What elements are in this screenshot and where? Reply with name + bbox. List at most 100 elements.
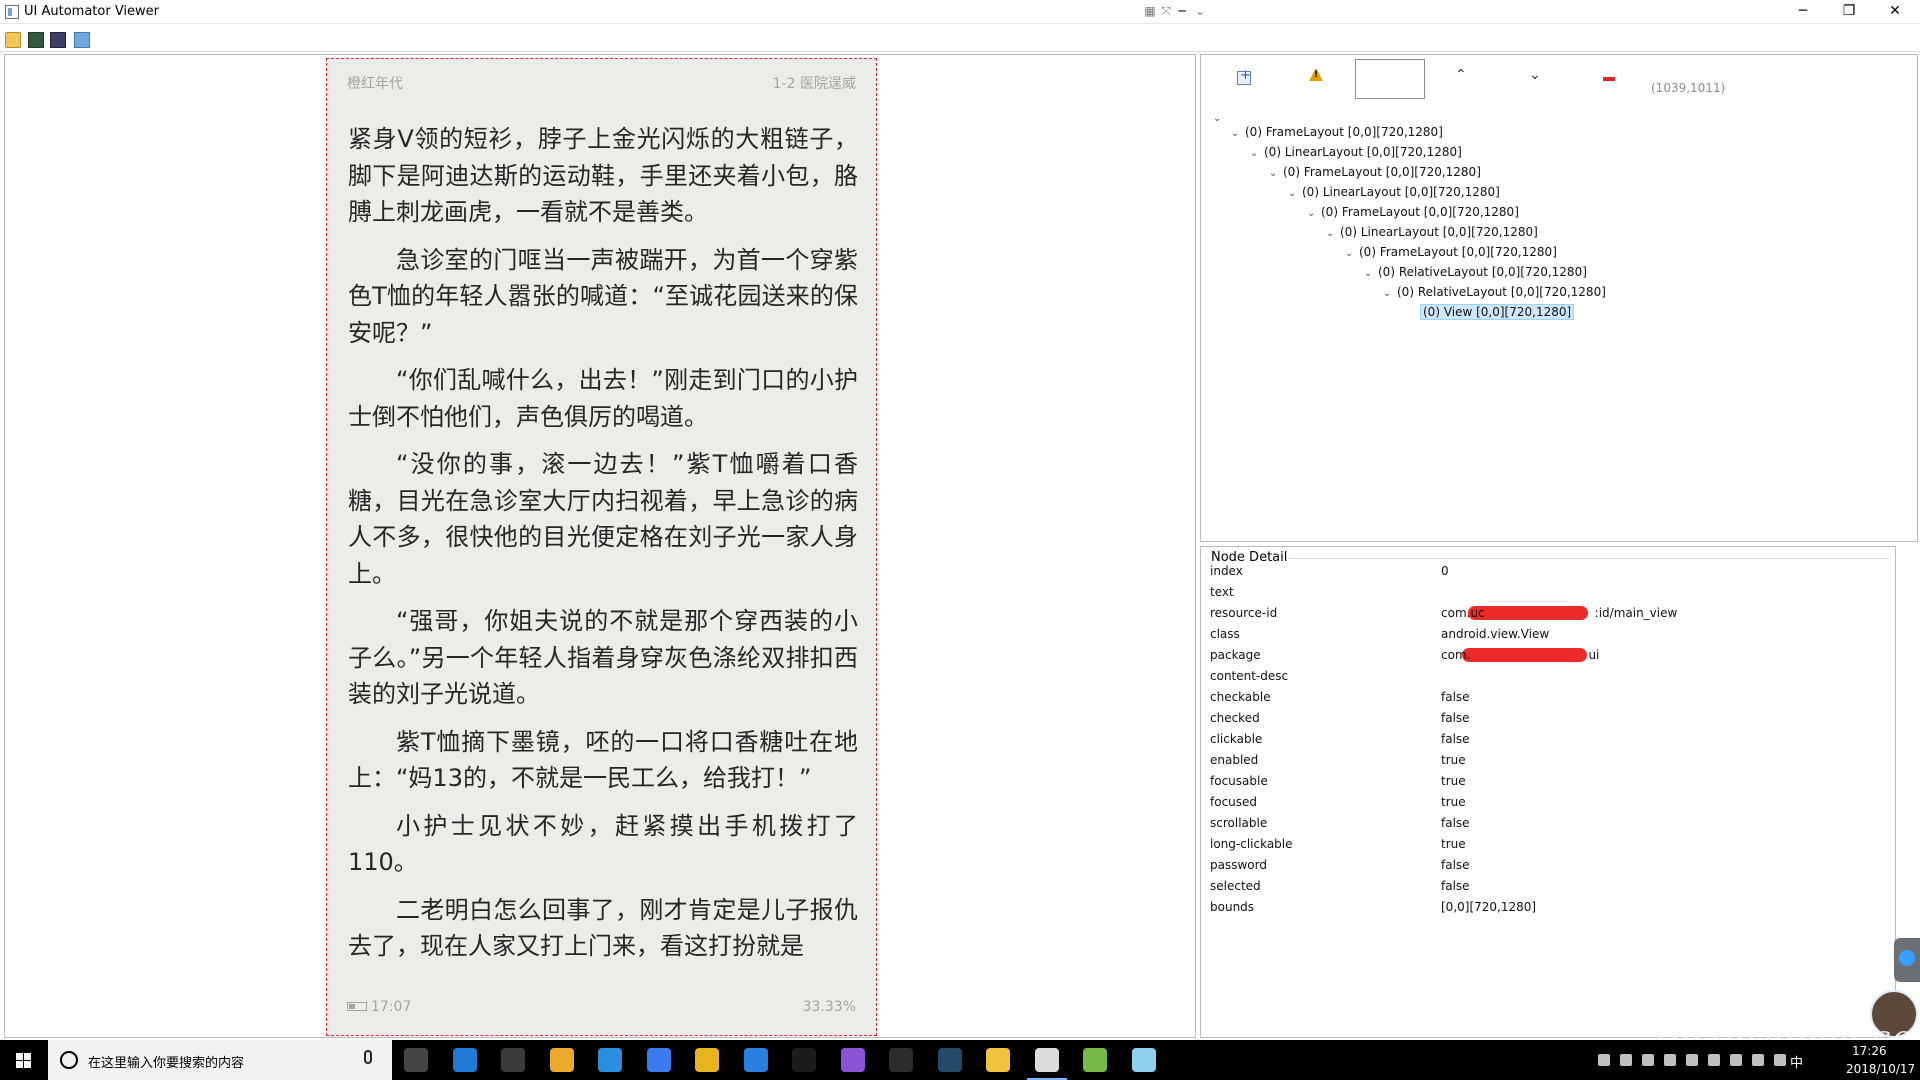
detail-row-bounds[interactable]: bounds [0,0][720,1280]	[1210, 897, 1890, 918]
detail-value[interactable]: true	[1441, 753, 1466, 767]
baidu-netdisk-icon[interactable]	[646, 1048, 671, 1072]
tree-node[interactable]: (0) View [0,0][720,1280]	[1402, 303, 1575, 321]
detail-value[interactable]: 0	[1441, 564, 1449, 578]
minimize-button[interactable]: ─	[1780, 0, 1826, 24]
start-button[interactable]	[0, 1040, 48, 1080]
tree-node[interactable]: ⌄ (0) RelativeLayout [0,0][720,1280]	[1383, 283, 1606, 301]
maximize-button[interactable]: ❐	[1826, 0, 1872, 24]
save-icon[interactable]	[74, 32, 90, 48]
detail-value[interactable]: false	[1441, 711, 1470, 725]
app-blue-icon[interactable]	[1131, 1048, 1156, 1072]
detail-value[interactable]: android.view.View	[1441, 627, 1549, 641]
warning-icon[interactable]	[1309, 68, 1323, 81]
chevron-up-icon[interactable]: ⌃	[1455, 67, 1467, 83]
tree-node[interactable]: ⌄ (0) LinearLayout [0,0][720,1280]	[1288, 183, 1500, 201]
ime-indicator[interactable]: 中	[1790, 1052, 1803, 1071]
detail-row-password[interactable]: password false	[1210, 855, 1890, 876]
detail-value[interactable]: com.uc:id/main_view	[1441, 606, 1677, 620]
taskbar-search[interactable]: 在这里输入你要搜索的内容	[48, 1040, 392, 1080]
tray-icon[interactable]	[1664, 1054, 1676, 1066]
detail-row-clickable[interactable]: clickable false	[1210, 729, 1890, 750]
device-screenshot-compressed-icon[interactable]	[50, 32, 66, 48]
detail-row-scrollable[interactable]: scrollable false	[1210, 813, 1890, 834]
detail-value[interactable]: false	[1441, 858, 1470, 872]
detail-value[interactable]: false	[1441, 732, 1470, 746]
tray-icon[interactable]	[1752, 1054, 1764, 1066]
chevron-down-icon[interactable]: ⌄	[1529, 67, 1541, 83]
detail-value[interactable]: com. ui	[1441, 648, 1599, 662]
microphone-icon[interactable]	[364, 1050, 372, 1064]
task-view-icon[interactable]	[404, 1048, 428, 1072]
tray-icon[interactable]	[1598, 1054, 1610, 1066]
tree-node[interactable]: ⌄ (0) FrameLayout [0,0][720,1280]	[1345, 243, 1557, 261]
chrome-icon[interactable]	[549, 1048, 574, 1072]
close-button[interactable]: ✕	[1872, 0, 1918, 24]
detail-row-resource-id[interactable]: resource-id com.uc:id/main_view	[1210, 603, 1890, 624]
detail-value[interactable]: false	[1441, 816, 1470, 830]
chevron-down-icon[interactable]: ⌄	[1192, 2, 1208, 20]
chevron-down-icon[interactable]: ⌄	[1345, 245, 1359, 263]
detail-value[interactable]: true	[1441, 837, 1466, 851]
tray-icon[interactable]	[1730, 1054, 1742, 1066]
detail-row-selected[interactable]: selected false	[1210, 876, 1890, 897]
detail-value[interactable]: true	[1441, 774, 1466, 788]
detail-row-enabled[interactable]: enabled true	[1210, 750, 1890, 771]
detail-row-checked[interactable]: checked false	[1210, 708, 1890, 729]
detail-row-checkable[interactable]: checkable false	[1210, 687, 1890, 708]
tray-icon[interactable]	[1620, 1054, 1632, 1066]
tray-icon[interactable]	[1686, 1054, 1698, 1066]
clock-time[interactable]: 17:26	[1852, 1044, 1887, 1058]
detail-value[interactable]: [0,0][720,1280]	[1441, 900, 1536, 914]
toggle-naf-icon[interactable]	[1603, 77, 1615, 81]
chevron-down-icon[interactable]: ⌄	[1288, 185, 1302, 203]
ie-icon[interactable]	[598, 1048, 622, 1072]
tree-node[interactable]: ⌄ (0) FrameLayout [0,0][720,1280]	[1307, 203, 1519, 221]
tree-node[interactable]: ⌄ (0) FrameLayout [0,0][720,1280]	[1269, 163, 1481, 181]
detail-row-content-desc[interactable]: content-desc	[1210, 666, 1890, 687]
device-screenshot[interactable]: 橙红年代 1-2 医院逞威 紧身V领的短衫，脖子上金光闪烁的大粗链子，脚下是阿迪…	[326, 58, 877, 1036]
filter-input[interactable]	[1355, 59, 1425, 99]
tree-node[interactable]: ⌄ (0) RelativeLayout [0,0][720,1280]	[1364, 263, 1587, 281]
notepad-icon[interactable]	[1083, 1048, 1107, 1072]
chevron-down-icon[interactable]: ⌄	[1231, 125, 1245, 143]
detail-row-long-clickable[interactable]: long-clickable true	[1210, 834, 1890, 855]
clock-date[interactable]: 2018/10/17	[1846, 1062, 1915, 1076]
tray-icon[interactable]	[1774, 1054, 1786, 1066]
tray-icon[interactable]	[1708, 1054, 1720, 1066]
chevron-down-icon[interactable]: ⌄	[1326, 225, 1340, 243]
detail-row-text[interactable]: text	[1210, 582, 1890, 603]
app-purple-icon[interactable]	[840, 1048, 865, 1072]
terminal-icon[interactable]	[889, 1048, 913, 1072]
chevron-down-icon[interactable]: ⌄	[1250, 145, 1264, 163]
file-explorer-icon[interactable]	[986, 1048, 1010, 1072]
app-green-icon[interactable]	[695, 1048, 719, 1072]
pycharm-icon[interactable]	[792, 1048, 816, 1072]
teamviewer-icon[interactable]	[743, 1048, 768, 1072]
detail-value[interactable]: true	[1441, 795, 1466, 809]
device-screenshot-icon[interactable]	[28, 32, 44, 48]
detail-value[interactable]: false	[1441, 690, 1470, 704]
chevron-down-icon[interactable]: ⌄	[1269, 165, 1283, 183]
detail-row-package[interactable]: package com. ui	[1210, 645, 1890, 666]
uiautomatorviewer-icon[interactable]	[1026, 1048, 1067, 1080]
side-dock-widget[interactable]	[1894, 938, 1920, 982]
nox-icon[interactable]	[937, 1048, 962, 1072]
tree-node[interactable]: ⌄ (0) LinearLayout [0,0][720,1280]	[1250, 143, 1462, 161]
chevron-down-icon[interactable]: ⌄	[1307, 205, 1321, 223]
shrink-icon[interactable]: ⤧	[1158, 2, 1174, 20]
open-folder-icon[interactable]	[5, 32, 21, 48]
detail-row-focusable[interactable]: focusable true	[1210, 771, 1890, 792]
detail-row-focused[interactable]: focused true	[1210, 792, 1890, 813]
grid-icon[interactable]: ▦	[1142, 2, 1158, 20]
tree-node[interactable]: ⌄ (0) FrameLayout [0,0][720,1280]	[1231, 123, 1443, 141]
tree-root-caret[interactable]: ⌄	[1213, 107, 1227, 125]
expand-all-icon[interactable]	[1237, 68, 1251, 85]
tree-node[interactable]: ⌄ (0) LinearLayout [0,0][720,1280]	[1326, 223, 1538, 241]
detail-row-index[interactable]: index 0	[1210, 561, 1890, 582]
detail-value[interactable]: false	[1441, 879, 1470, 893]
chevron-down-icon[interactable]: ⌄	[1383, 285, 1397, 303]
store-icon[interactable]	[501, 1048, 525, 1072]
tray-icon[interactable]	[1642, 1054, 1654, 1066]
edge-icon[interactable]	[452, 1048, 477, 1072]
chevron-down-icon[interactable]: ⌄	[1364, 265, 1378, 283]
